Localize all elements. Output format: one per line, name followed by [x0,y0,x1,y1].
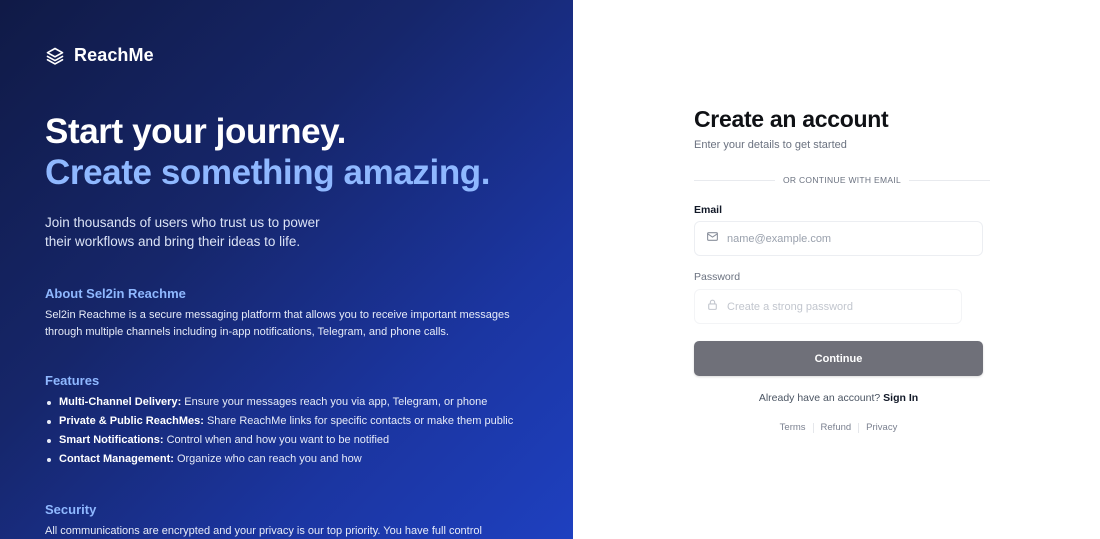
signin-prompt: Already have an account? [758,392,881,404]
brand-name: ReachMe [74,45,154,65]
layers-icon [45,46,65,66]
security-text: All communications are encrypted and you… [45,525,482,537]
divider-line [694,179,775,181]
signup-form-panel: Create an account Enter your details to … [573,0,1100,539]
feature-text: Control when and how you want to be noti… [163,434,390,446]
feature-item: Contact Management: Organize who can rea… [45,451,525,468]
privacy-link[interactable]: Privacy [866,422,897,433]
signin-prompt-row: Already have an account? Sign In [694,392,983,404]
footer-separator [858,422,860,433]
mail-icon [706,230,719,248]
feature-item: Private & Public ReachMes: Share ReachMe… [45,413,525,430]
form-subtitle: Enter your details to get started [694,139,847,151]
email-label: Email [694,204,723,216]
features-list: Multi-Channel Delivery: Ensure your mess… [45,394,525,470]
feature-item: Multi-Channel Delivery: Ensure your mess… [45,394,525,411]
feature-title: Smart Notifications: [59,434,164,446]
refund-link[interactable]: Refund [821,422,852,433]
footer-separator [812,422,814,433]
feature-title: Multi-Channel Delivery: [59,396,182,408]
email-divider: OR CONTINUE WITH EMAIL [694,175,991,185]
feature-title: Contact Management: [59,453,174,465]
feature-title: Private & Public ReachMes: [59,415,204,427]
email-field[interactable]: name@example.com [694,221,983,256]
security-title: Security [45,502,97,517]
about-text: Sel2in Reachme is a secure messaging pla… [45,309,510,338]
hero-subtitle: Join thousands of users who trust us to … [45,215,320,249]
footer-links: Terms Refund Privacy [694,422,983,433]
form-title: Create an account [694,106,889,132]
brand-logo[interactable]: ReachMe [45,45,154,66]
about-title: About Sel2in Reachme [45,286,186,301]
password-field[interactable]: Create a strong password [694,289,962,324]
password-label: Password [694,271,741,283]
password-placeholder: Create a strong password [727,300,853,313]
hero-panel: ReachMe Start your journey. Create somet… [0,0,573,539]
divider-line [909,179,991,181]
signin-link[interactable]: Sign In [883,392,918,404]
divider-text: OR CONTINUE WITH EMAIL [782,175,902,185]
lock-icon [706,298,719,316]
feature-text: Ensure your messages reach you via app, … [181,396,488,408]
feature-item: Smart Notifications: Control when and ho… [45,432,525,449]
terms-link[interactable]: Terms [780,422,806,433]
features-title: Features [45,373,100,388]
feature-text: Organize who can reach you and how [173,453,362,465]
continue-button[interactable]: Continue [694,341,983,376]
email-placeholder: name@example.com [727,232,832,245]
hero-headline-line2: Create something amazing. [45,153,491,192]
feature-text: Share ReachMe links for specific contact… [203,415,514,427]
hero-headline-line1: Start your journey. [45,112,346,151]
